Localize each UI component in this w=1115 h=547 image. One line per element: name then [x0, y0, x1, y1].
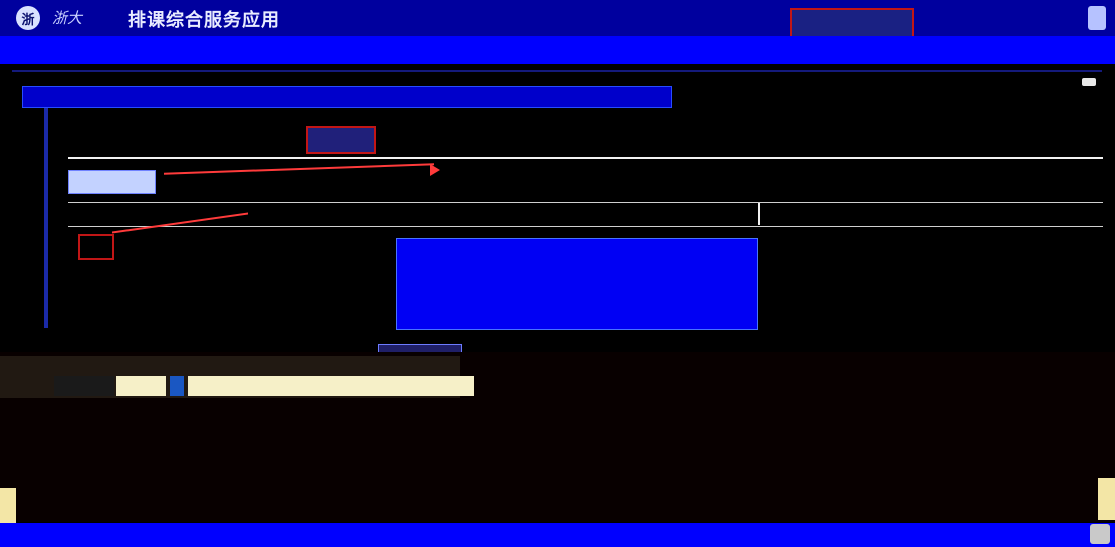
secondary-nav [0, 36, 1115, 64]
table-header-separator [758, 203, 760, 225]
tabs-divider [68, 157, 1103, 159]
progress-seg-d [188, 376, 474, 396]
school-name: 浙大 [52, 9, 83, 27]
scroll-icon[interactable] [1090, 524, 1110, 544]
progress-seg-a [54, 376, 114, 396]
right-corner-marker [1098, 478, 1115, 520]
header-action-button[interactable] [790, 8, 914, 38]
user-avatar-icon[interactable] [1088, 6, 1106, 30]
highlighted-cell[interactable] [78, 234, 114, 260]
tab-5[interactable] [392, 126, 452, 150]
school-logo-icon: 浙 [16, 6, 40, 30]
tab-1[interactable] [80, 126, 140, 150]
search-chip[interactable] [68, 170, 156, 194]
annotation-arrowhead-icon [430, 164, 440, 176]
tab-4-active[interactable] [306, 126, 376, 154]
notice-bar [22, 86, 672, 108]
tab-3[interactable] [238, 126, 298, 150]
dropdown-list[interactable] [396, 238, 758, 330]
status-bar [0, 523, 1115, 547]
progress-seg-b [116, 376, 166, 396]
app-title: 排课综合服务应用 [128, 10, 280, 31]
panel-close-icon[interactable] [1082, 78, 1096, 86]
progress-bar [54, 376, 474, 396]
tab-2[interactable] [156, 126, 216, 150]
section-divider [68, 202, 1103, 203]
progress-seg-c [170, 376, 184, 396]
left-rail [44, 108, 48, 328]
